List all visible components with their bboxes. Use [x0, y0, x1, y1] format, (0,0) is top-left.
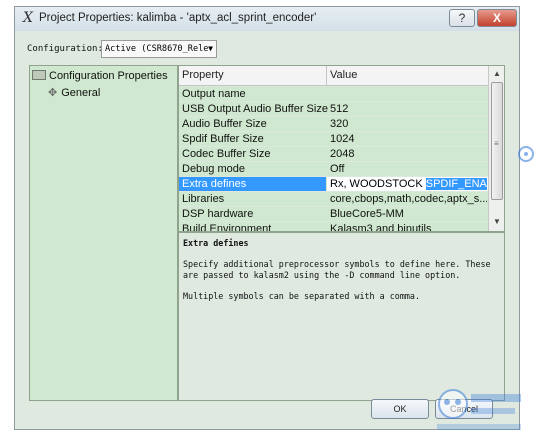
- help-button[interactable]: ?: [449, 9, 475, 27]
- selected-text: SPDIF_ENABLE: [425, 178, 487, 190]
- property-name: Spdif Buffer Size: [182, 133, 264, 145]
- tree-item-configuration-properties[interactable]: Configuration Properties: [32, 70, 168, 82]
- grid-header: Property Value: [179, 66, 488, 86]
- vertical-scrollbar[interactable]: ▲ ≡ ▼: [488, 66, 504, 231]
- project-properties-dialog: X Project Properties: kalimba - 'aptx_ac…: [14, 6, 520, 430]
- ok-button[interactable]: OK: [371, 399, 429, 419]
- description-text: Specify additional preprocessor symbols …: [183, 259, 491, 269]
- configuration-select[interactable]: Active (CSR8670_Rele ▼: [101, 40, 217, 58]
- property-value[interactable]: 2048: [330, 148, 487, 160]
- table-row[interactable]: Output name: [179, 86, 488, 102]
- table-row[interactable]: Libraries core,cbops,math,codec,aptx_s..…: [179, 191, 488, 207]
- grip-icon: ≡: [494, 139, 499, 148]
- window-title: Project Properties: kalimba - 'aptx_acl_…: [39, 12, 317, 24]
- scroll-down-icon[interactable]: ▼: [491, 216, 503, 228]
- property-name: Output name: [182, 88, 246, 100]
- configuration-value: Active (CSR8670_Rele: [105, 44, 209, 54]
- configuration-label: Configuration:: [27, 44, 103, 54]
- description-title: Extra defines: [183, 238, 249, 248]
- property-name: Audio Buffer Size: [182, 118, 267, 130]
- table-row[interactable]: Build Environment Kalasm3 and binutils: [179, 221, 488, 232]
- scrollbar-thumb[interactable]: ≡: [491, 82, 503, 200]
- title-bar[interactable]: X Project Properties: kalimba - 'aptx_ac…: [15, 7, 519, 31]
- gear-icon: ✥: [48, 87, 58, 99]
- property-tree: Configuration Properties ✥ General: [29, 65, 178, 401]
- description-text: Multiple symbols can be separated with a…: [183, 291, 420, 301]
- table-row[interactable]: Codec Buffer Size 2048: [179, 146, 488, 162]
- chevron-down-icon: ▼: [208, 44, 213, 53]
- extra-defines-input[interactable]: Rx, WOODSTOCK SPDIF_ENABLE: [330, 178, 487, 190]
- tree-item-label: General: [61, 87, 101, 99]
- table-row-selected[interactable]: Extra defines Rx, WOODSTOCK SPDIF_ENABLE: [179, 176, 488, 192]
- property-grid: Property Value Output name USB Output Au…: [178, 65, 505, 232]
- folder-icon: [32, 70, 46, 80]
- app-logo-icon: X: [23, 10, 33, 26]
- property-value[interactable]: core,cbops,math,codec,aptx_s...: [330, 193, 487, 205]
- column-divider[interactable]: [326, 66, 327, 85]
- property-name: Codec Buffer Size: [182, 148, 271, 160]
- property-value[interactable]: 512: [330, 103, 487, 115]
- description-panel: Extra defines Specify additional preproc…: [178, 232, 505, 401]
- property-name: DSP hardware: [182, 208, 254, 220]
- table-row[interactable]: Spdif Buffer Size 1024: [179, 131, 488, 147]
- table-row[interactable]: Debug mode Off: [179, 161, 488, 177]
- property-name: Extra defines: [182, 178, 247, 190]
- table-row[interactable]: USB Output Audio Buffer Size 512: [179, 101, 488, 117]
- property-value[interactable]: 320: [330, 118, 487, 130]
- property-name: Libraries: [182, 193, 225, 205]
- tree-item-general[interactable]: ✥ General: [48, 86, 100, 99]
- property-value[interactable]: BlueCore5-MM: [330, 208, 487, 220]
- watermark-side-icon: [518, 146, 534, 162]
- column-header-value[interactable]: Value: [330, 69, 357, 81]
- tree-item-label: Configuration Properties: [49, 70, 168, 82]
- scroll-up-icon[interactable]: ▲: [491, 68, 503, 80]
- description-text: are passed to kalasm2 using the -D comma…: [183, 270, 461, 280]
- property-name: USB Output Audio Buffer Size: [182, 103, 328, 115]
- property-name: Build Environment: [182, 223, 272, 232]
- watermark-logo-icon: [437, 389, 521, 430]
- input-text: Rx, WOODSTOCK: [330, 178, 426, 190]
- close-button[interactable]: X: [477, 9, 517, 27]
- column-header-property[interactable]: Property: [182, 69, 224, 81]
- table-row[interactable]: Audio Buffer Size 320: [179, 116, 488, 132]
- table-row[interactable]: DSP hardware BlueCore5-MM: [179, 206, 488, 222]
- property-value[interactable]: 1024: [330, 133, 487, 145]
- property-name: Debug mode: [182, 163, 245, 175]
- property-value[interactable]: Kalasm3 and binutils: [330, 223, 487, 231]
- property-value[interactable]: Off: [330, 163, 487, 175]
